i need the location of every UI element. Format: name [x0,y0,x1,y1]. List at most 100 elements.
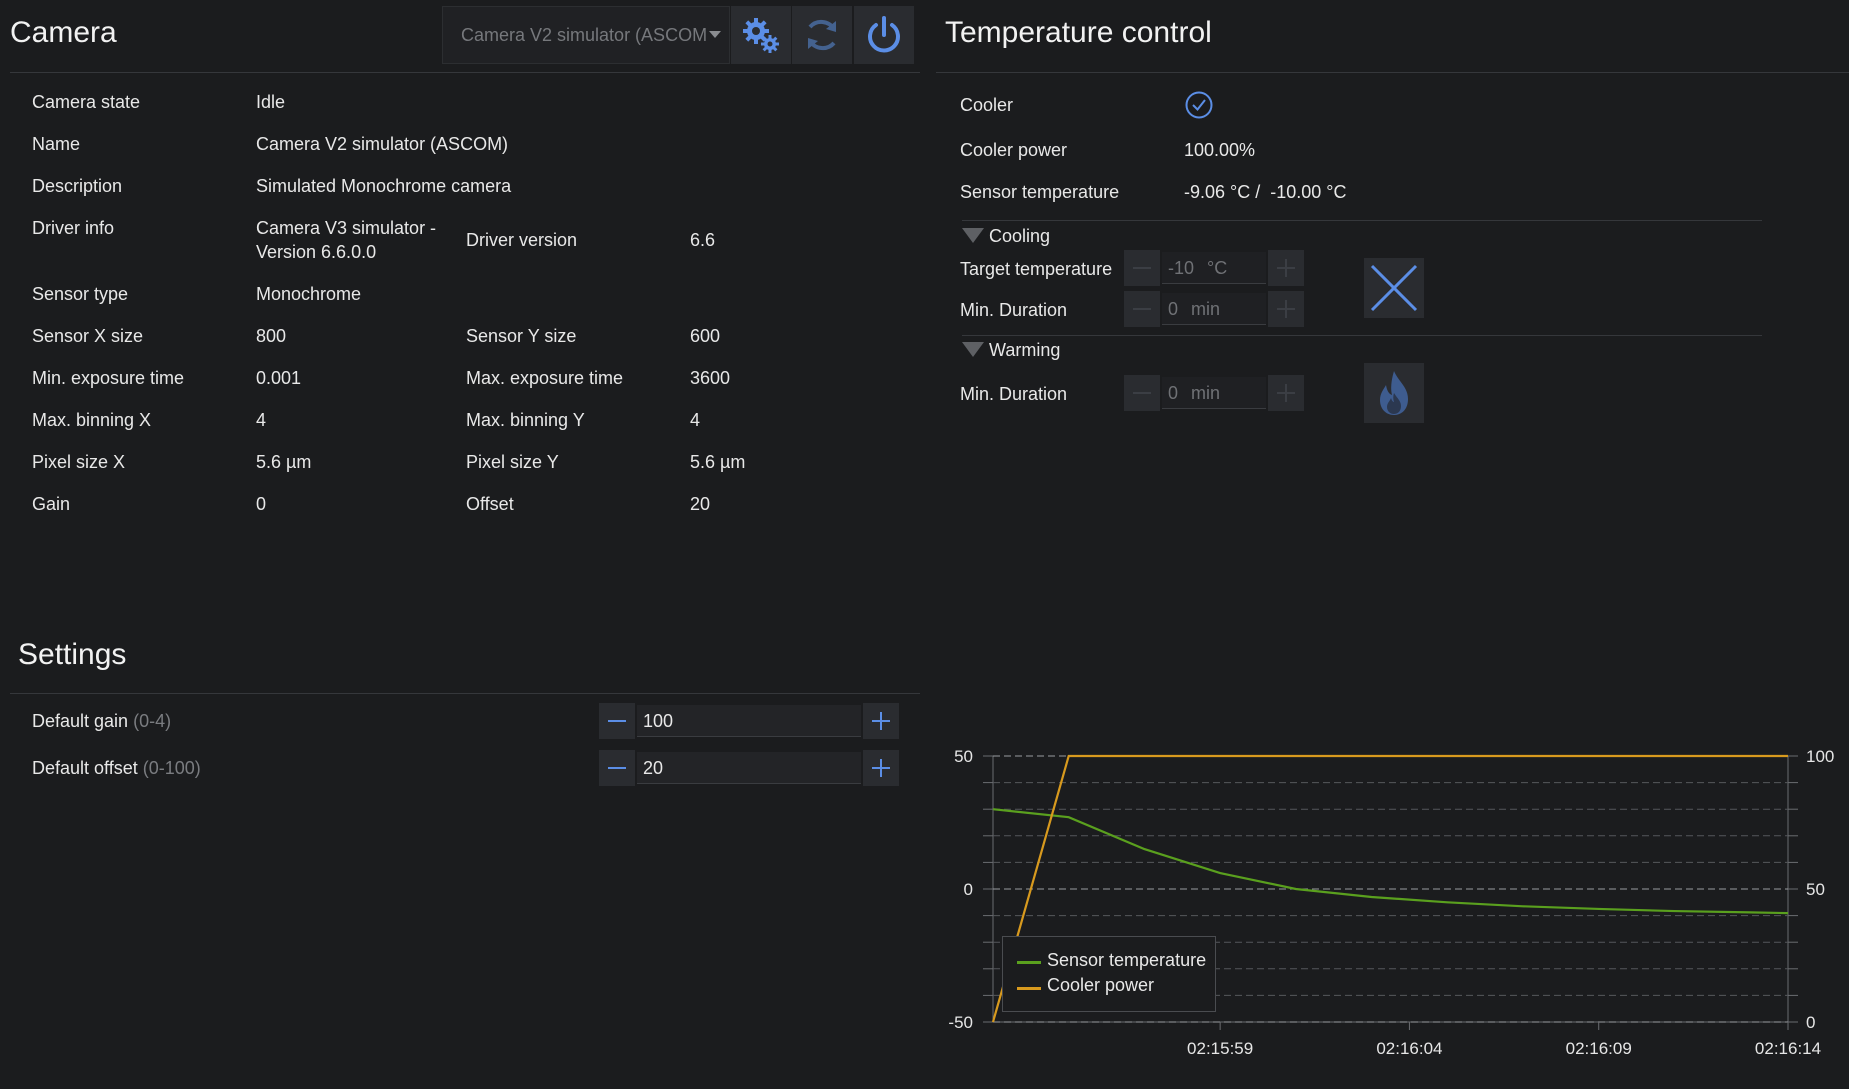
warm-camera-button[interactable] [1364,363,1424,423]
camera-title: Camera [10,16,117,49]
warming-duration-input[interactable]: 0 min [1162,377,1266,409]
default-offset-decrement-button[interactable] [599,750,635,786]
power-button[interactable] [854,6,914,64]
camera-divider [10,72,920,73]
refresh-icon [808,19,836,51]
name-label: Name [32,134,81,154]
chart-x-tick-label: 02:16:09 [1566,1039,1632,1058]
chart-right-tick-label: 100 [1806,747,1834,766]
sensor-type-value: Monochrome [256,284,362,304]
target-temperature-decrement-button[interactable] [1124,250,1160,286]
warming-min-duration-label: Min. Duration [960,384,1068,404]
cooling-duration-increment-button[interactable] [1268,291,1304,327]
refresh-button[interactable] [792,6,852,64]
sensor-temperature-label: Sensor temperature [960,182,1120,202]
chart-right-tick-label: 0 [1806,1013,1815,1032]
pixel-size-x-value: 5.6 µm [256,452,312,472]
sensor-temperature-value: -9.06 °C / -10.00 °C [1184,182,1347,202]
cooler-power-value: 100.00% [1184,140,1256,160]
target-temperature-label: Target temperature [960,259,1113,279]
chart-x-tick-label: 02:16:14 [1755,1039,1821,1058]
target-temperature-unit: °C [1207,258,1228,278]
close-icon [1370,264,1418,312]
gain-label: Gain [32,494,71,514]
sensor-temperature-line [992,808,1789,915]
warming-divider [962,335,1762,336]
sensor-x-label: Sensor X size [32,326,144,346]
max-binning-y-value: 4 [690,410,701,430]
offset-value: 20 [690,494,711,514]
default-gain-input[interactable]: 100 [637,705,861,737]
description-value: Simulated Monochrome camera [256,176,512,196]
driver-info-value-line2: Version 6.6.0.0 [256,242,377,262]
chart-left-tick-label: 0 [964,880,973,899]
legend-swatch-power [1017,987,1041,990]
cooling-header: Cooling [989,226,1051,246]
cooling-min-duration-label: Min. Duration [960,300,1068,320]
settings-title: Settings [18,638,127,671]
cooler-power-label: Cooler power [960,140,1068,160]
min-exposure-label: Min. exposure time [32,368,185,388]
cooling-duration-value: 0 [1168,299,1179,319]
warming-duration-increment-button[interactable] [1268,375,1304,411]
default-gain-increment-button[interactable] [863,703,899,739]
description-label: Description [32,176,123,196]
cooler-label: Cooler [960,95,1014,115]
default-gain-label: Default gain (0-4) [32,711,171,732]
cooling-collapse-icon[interactable] [962,228,984,243]
warming-duration-value: 0 [1168,383,1179,403]
chart-legend: Sensor temperature Cooler power [1002,936,1216,1012]
warming-duration-decrement-button[interactable] [1124,375,1160,411]
default-offset-increment-button[interactable] [863,750,899,786]
chart-left-tick-label: 50 [954,747,973,766]
target-temperature-value: -10 [1168,258,1195,278]
sensor-y-label: Sensor Y size [466,326,577,346]
camera-state-value: Idle [256,92,286,112]
default-gain-label-text: Default gain [32,711,129,731]
minus-icon [1133,392,1151,394]
pixel-size-y-label: Pixel size Y [466,452,559,472]
plus-icon [1277,259,1295,277]
warming-header: Warming [989,340,1061,360]
chart-x-tick-label: 02:15:59 [1187,1039,1253,1058]
warming-collapse-icon[interactable] [962,342,984,357]
sensor-type-label: Sensor type [32,284,129,304]
driver-version-value: 6.6 [690,230,716,250]
driver-info-label: Driver info [32,218,115,238]
max-exposure-value: 3600 [690,368,731,388]
temperature-divider [936,72,1849,73]
target-temperature-input[interactable]: -10 °C [1162,252,1266,284]
min-exposure-value: 0.001 [256,368,302,388]
camera-settings-button[interactable] [731,6,791,64]
legend-cooler-power: Cooler power [1047,975,1155,995]
max-binning-x-label: Max. binning X [32,410,152,430]
cooler-check-icon [1184,90,1214,120]
default-offset-label-text: Default offset [32,758,138,778]
default-offset-input[interactable]: 20 [637,752,861,784]
chevron-down-icon [709,31,721,38]
max-binning-x-value: 4 [256,410,267,430]
minus-icon [608,720,626,722]
plus-icon [872,759,890,777]
driver-info-value-line1: Camera V3 simulator - [256,218,437,238]
default-gain-decrement-button[interactable] [599,703,635,739]
name-value: Camera V2 simulator (ASCOM) [256,134,509,154]
target-temperature-increment-button[interactable] [1268,250,1304,286]
cancel-cooling-button[interactable] [1364,258,1424,318]
default-offset-label: Default offset (0-100) [32,758,201,779]
camera-selector[interactable]: Camera V2 simulator (ASCOM [442,6,730,64]
max-binning-y-label: Max. binning Y [466,410,585,430]
temperature-chart: 50 0 -50 100 50 0 02:15:59 02:16:04 02:16:09 02:1… [936,736,1849,1076]
minus-icon [1133,308,1151,310]
camera-state-label: Camera state [32,92,141,112]
cooling-duration-input[interactable]: 0 min [1162,293,1266,325]
chart-right-tick-label: 50 [1806,880,1825,899]
warming-duration-unit: min [1191,383,1221,403]
minus-icon [1133,267,1151,269]
offset-label: Offset [466,494,514,514]
legend-sensor-temperature: Sensor temperature [1047,950,1207,970]
default-gain-range: (0-4) [133,711,172,731]
cooling-duration-decrement-button[interactable] [1124,291,1160,327]
temperature-chart-svg: 50 0 -50 100 50 0 02:15:59 02:16:04 02:16:09 02:1… [948,747,1834,1058]
legend-swatch-sensor [1017,961,1041,964]
